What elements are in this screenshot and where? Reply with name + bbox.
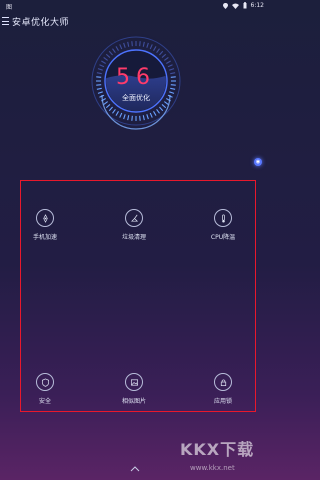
feature-grid: 手机加速 垃圾清理 CPU降温 安全 相似图片 应用锁	[20, 180, 256, 412]
floating-assistant-icon[interactable]: ◉	[254, 158, 262, 166]
feature-label: CPU降温	[210, 234, 236, 241]
feature-phone-boost[interactable]: 手机加速	[15, 209, 75, 249]
feature-similar-photos[interactable]: 相似图片	[104, 373, 164, 413]
optimize-gauge[interactable]: 56 全面优化	[84, 27, 188, 137]
status-bar: 图 6:12	[0, 0, 270, 12]
location-icon	[222, 2, 228, 9]
clock: 6:12	[250, 2, 264, 9]
shield-icon	[36, 373, 54, 391]
feature-label: 垃圾清理	[121, 234, 146, 241]
optimize-all-button[interactable]: 全面优化	[84, 93, 188, 103]
watermark-url: www.kkx.net	[190, 464, 235, 472]
feature-cpu-cool[interactable]: CPU降温	[193, 209, 253, 249]
watermark-logo-text: KKX下载	[180, 440, 255, 459]
gauge-tick	[139, 115, 141, 121]
status-icons: 6:12	[222, 2, 264, 9]
feature-security[interactable]: 安全	[15, 373, 75, 413]
rocket-icon	[36, 209, 54, 227]
watermark: KKX下载 www.kkx.net	[180, 436, 264, 476]
feature-label: 手机加速	[32, 234, 57, 241]
chevron-up-icon[interactable]	[130, 465, 140, 473]
gauge-tick	[131, 41, 133, 47]
lock-icon	[214, 373, 232, 391]
battery-icon	[243, 2, 247, 9]
feature-app-lock[interactable]: 应用锁	[193, 373, 253, 413]
feature-label: 相似图片	[121, 398, 146, 405]
optimize-score: 56	[116, 65, 156, 90]
thermometer-icon	[214, 209, 232, 227]
gauge-tick	[139, 41, 141, 47]
menu-icon[interactable]	[2, 17, 9, 25]
feature-junk-clean[interactable]: 垃圾清理	[104, 209, 164, 249]
notification-icon: 图	[6, 4, 13, 11]
broom-icon	[125, 209, 143, 227]
image-icon	[125, 373, 143, 391]
gauge-tick	[131, 115, 133, 121]
feature-label: 安全	[38, 398, 51, 405]
feature-label: 应用锁	[213, 398, 232, 405]
app-title: 安卓优化大师	[12, 18, 70, 28]
wifi-icon	[231, 3, 239, 9]
